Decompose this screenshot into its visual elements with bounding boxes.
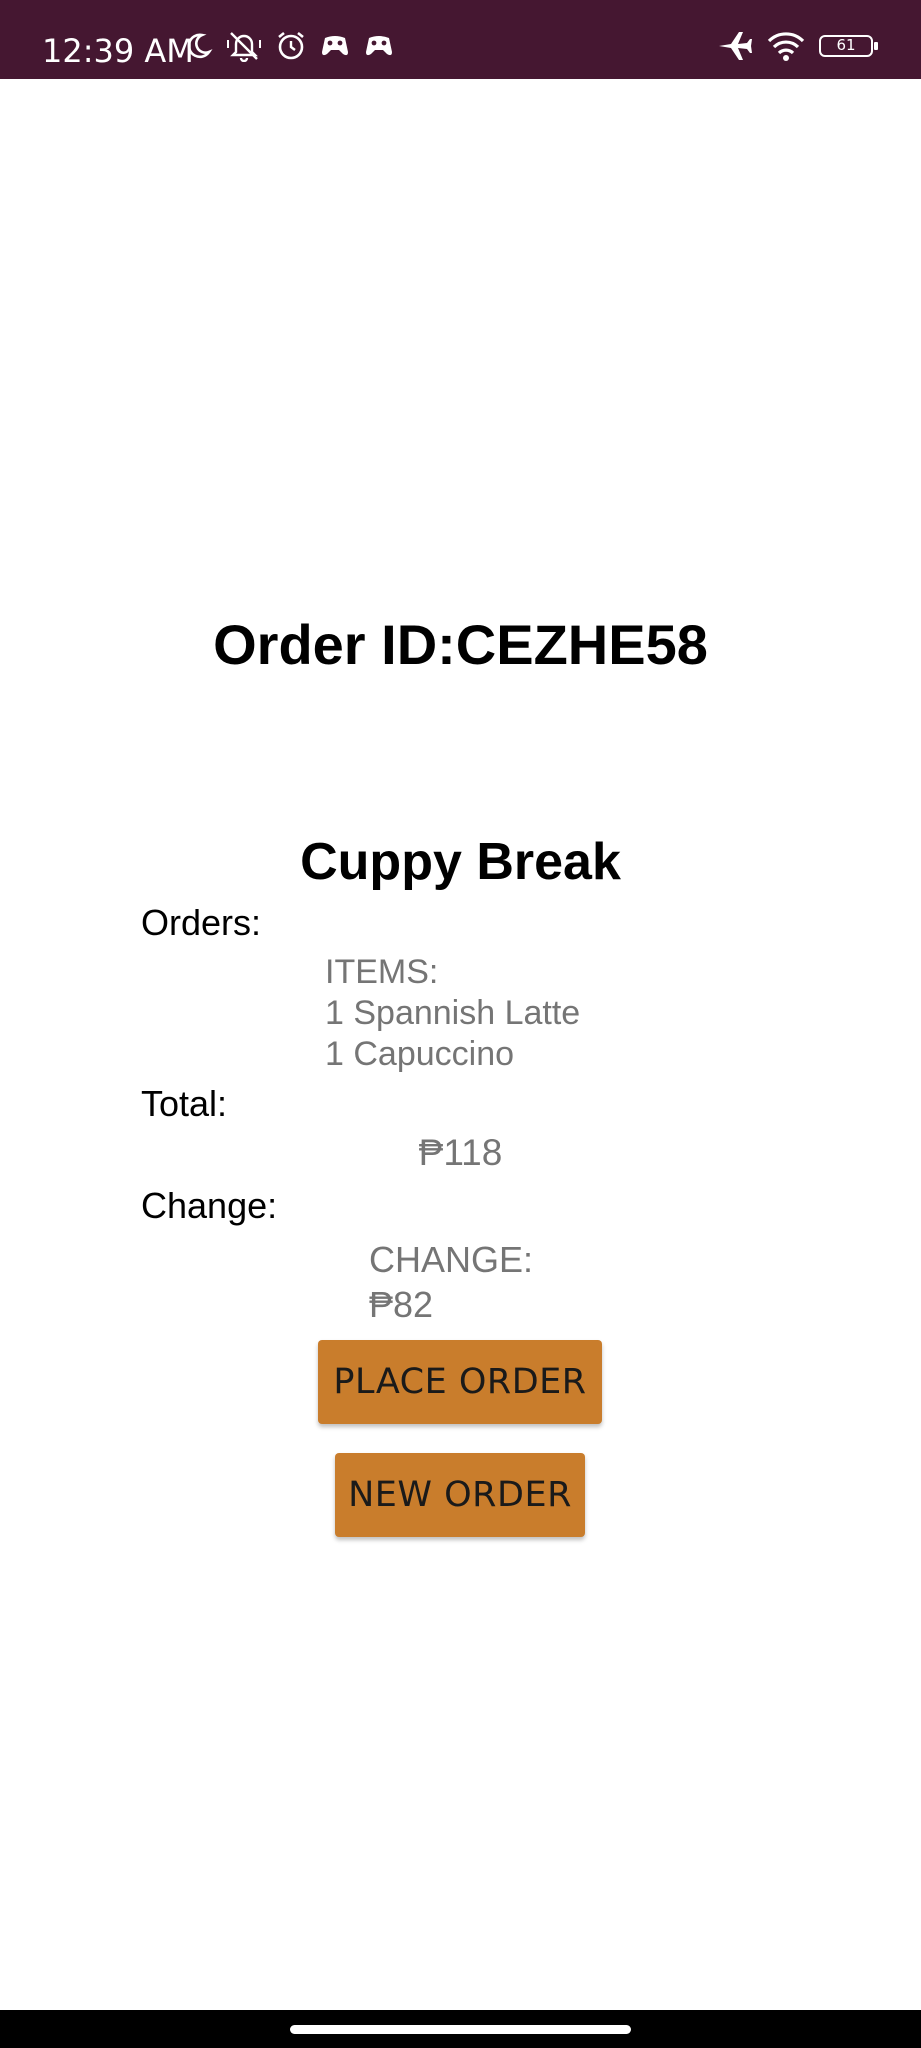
order-id-title: Order ID:CEZHE58 — [213, 613, 708, 676]
items-list: ITEMS: 1 Spannish Latte 1 Capuccino — [325, 952, 580, 1075]
change-header: CHANGE: — [369, 1239, 534, 1280]
moon-icon — [183, 31, 213, 61]
status-icons-right: 61 — [717, 30, 878, 62]
order-summary-screen: 12:39 AM 61 Order ID:CEZHE58 Cuppy Break… — [0, 0, 921, 2048]
change-label: Change: — [141, 1185, 278, 1226]
shop-name: Cuppy Break — [300, 833, 621, 891]
orders-label: Orders: — [141, 902, 262, 943]
home-gesture-handle[interactable] — [290, 2025, 631, 2034]
game-controller-icon — [363, 32, 395, 60]
items-header: ITEMS: — [325, 953, 439, 991]
change-value: ₱82 — [369, 1284, 434, 1325]
new-order-button[interactable]: NEW ORDER — [335, 1453, 585, 1537]
battery-icon: 61 — [819, 35, 878, 57]
airplane-icon — [717, 30, 753, 62]
list-item: 1 Spannish Latte — [325, 994, 581, 1032]
list-item: 1 Capuccino — [325, 1035, 515, 1073]
alarm-icon — [275, 30, 307, 62]
wifi-icon — [767, 30, 805, 62]
game-controller-icon — [319, 32, 351, 60]
total-value: ₱118 — [418, 1132, 503, 1173]
battery-level: 61 — [836, 36, 856, 54]
status-time: 12:39 AM — [42, 32, 194, 70]
place-order-button[interactable]: PLACE ORDER — [318, 1340, 602, 1424]
bell-off-icon — [225, 30, 263, 62]
navigation-bar — [0, 2010, 921, 2048]
status-bar: 12:39 AM 61 — [0, 0, 921, 79]
status-icons-left — [183, 30, 395, 62]
total-label: Total: — [141, 1083, 228, 1124]
change-block: CHANGE: ₱82 — [369, 1237, 533, 1327]
